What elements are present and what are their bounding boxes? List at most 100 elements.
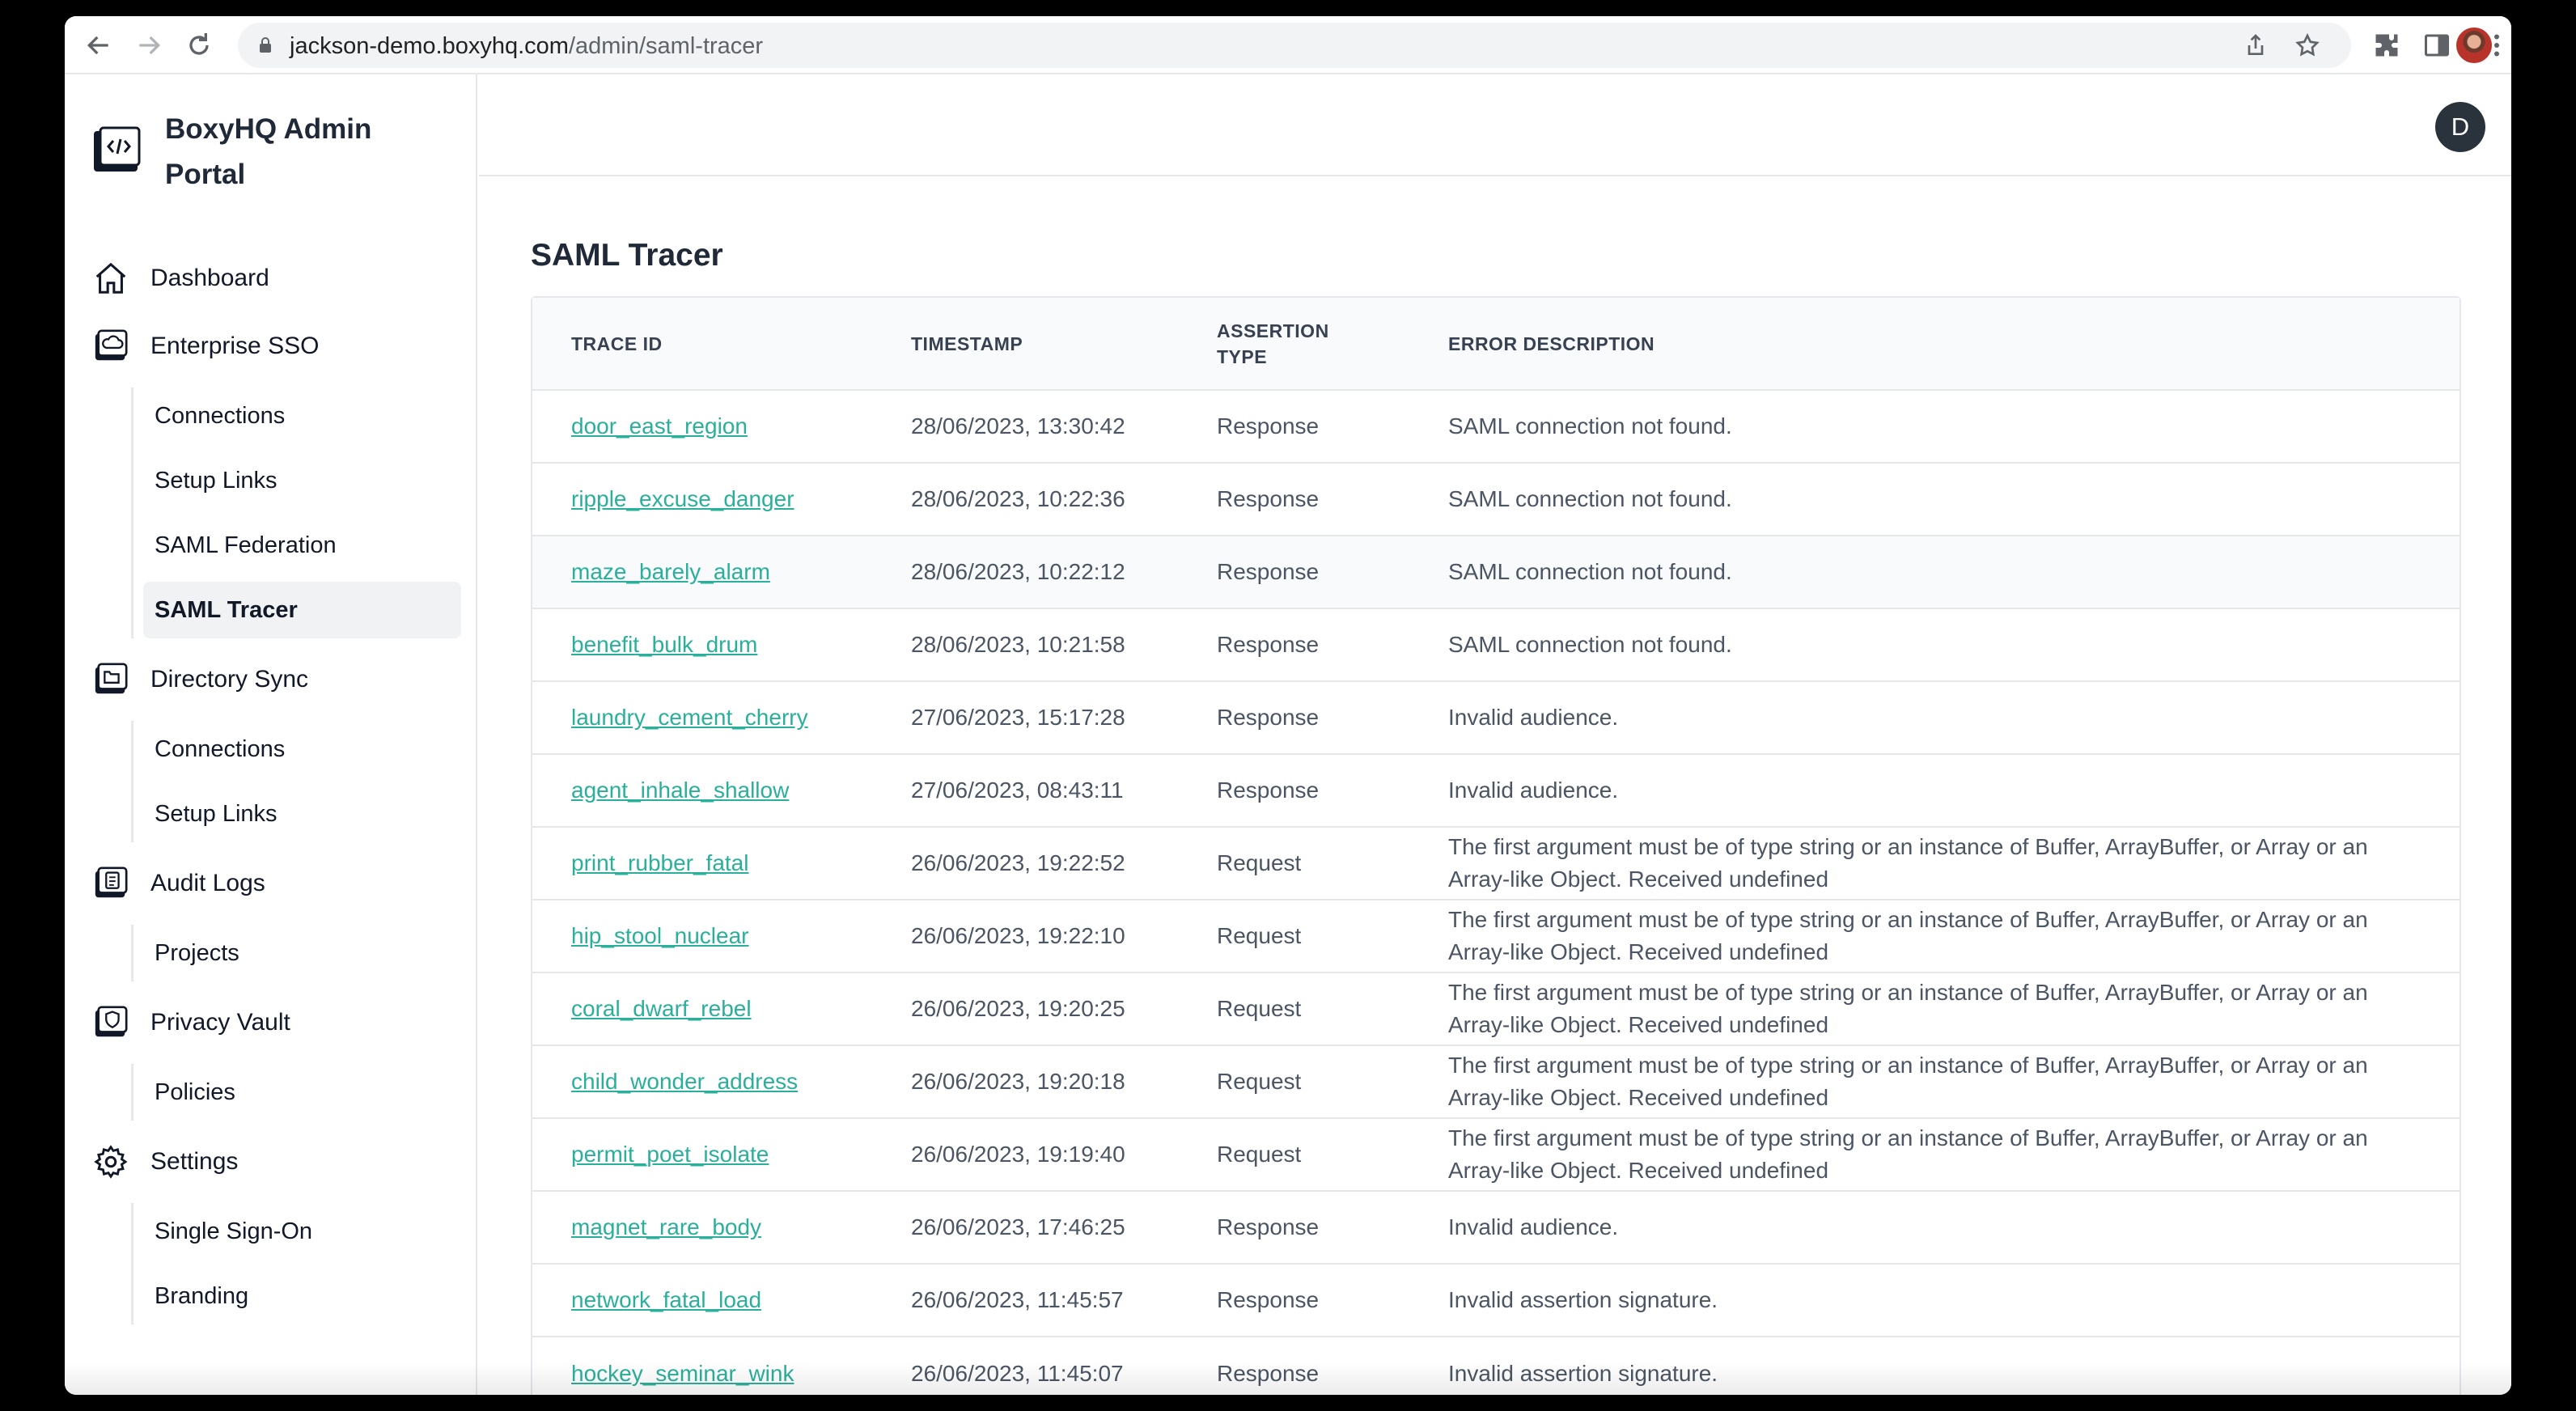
assertion-type-cell: Request <box>1217 923 1302 948</box>
column-header-timestamp: TIMESTAMP <box>911 333 1023 354</box>
error-description-cell: The first argument must be of type strin… <box>1448 907 2368 964</box>
trace-id-link[interactable]: child_wonder_address <box>571 1069 798 1094</box>
sidebar-item-audit-logs[interactable]: Audit Logs <box>89 857 461 910</box>
error-description-cell: Invalid audience. <box>1448 1214 1619 1239</box>
reload-icon[interactable] <box>183 29 215 61</box>
column-header-error-description: ERROR DESCRIPTION <box>1448 333 1655 354</box>
forward-arrow-icon[interactable] <box>133 29 165 61</box>
table-row: hip_stool_nuclear 26/06/2023, 19:22:10 Req… <box>532 900 2459 972</box>
lock-icon[interactable] <box>256 36 275 55</box>
folder-icon <box>95 663 128 694</box>
trace-id-cell: magnet_rare_body <box>532 1191 872 1264</box>
extensions-icon[interactable] <box>2372 31 2401 60</box>
timestamp-cell: 26/06/2023, 19:20:18 <box>911 1069 1125 1094</box>
privacy-vault-subnav: Policies <box>131 1064 461 1121</box>
sidebar-item-dashboard[interactable]: Dashboard <box>89 252 461 305</box>
error-description-cell: Invalid audience. <box>1448 778 1619 803</box>
trace-id-link[interactable]: hockey_seminar_wink <box>571 1361 794 1386</box>
table-row: hockey_seminar_wink 26/06/2023, 11:45:07 R… <box>532 1337 2459 1395</box>
table-row: benefit_bulk_drum 28/06/2023, 10:21:58 Res… <box>532 608 2459 681</box>
sidebar-item-saml-federation[interactable]: SAML Federation <box>143 517 461 574</box>
trace-id-cell: ripple_excuse_danger <box>532 463 872 536</box>
star-icon[interactable] <box>2294 32 2320 58</box>
trace-id-link[interactable]: door_east_region <box>571 413 748 439</box>
cloud-icon <box>95 329 128 361</box>
assertion-type-cell: Response <box>1217 413 1320 439</box>
sidebar-item-label: Settings <box>150 1148 239 1175</box>
timestamp-cell: 28/06/2023, 13:30:42 <box>911 413 1125 439</box>
trace-id-link[interactable]: magnet_rare_body <box>571 1214 761 1239</box>
assertion-type-cell: Response <box>1217 1287 1320 1312</box>
side-panel-icon[interactable] <box>2422 31 2451 60</box>
trace-id-cell: network_fatal_load <box>532 1264 872 1337</box>
share-icon[interactable] <box>2243 32 2269 58</box>
trace-id-cell: coral_dwarf_rebel <box>532 972 872 1045</box>
assertion-type-cell: Response <box>1217 1214 1320 1239</box>
sidebar-item-label: Audit Logs <box>150 870 265 896</box>
error-description-cell: Invalid assertion signature. <box>1448 1287 1718 1312</box>
sidebar-item-settings[interactable]: Settings <box>89 1135 461 1189</box>
trace-id-cell: agent_inhale_shallow <box>532 754 872 827</box>
brand-title: BoxyHQ Admin Portal <box>165 113 372 190</box>
trace-id-cell: child_wonder_address <box>532 1045 872 1118</box>
table-row: coral_dwarf_rebel 26/06/2023, 19:20:25 Req… <box>532 972 2459 1045</box>
sidebar-item-directory-sync[interactable]: Directory Sync <box>89 653 461 706</box>
table-row: magnet_rare_body 26/06/2023, 17:46:25 Resp… <box>532 1191 2459 1264</box>
trace-id-link[interactable]: agent_inhale_shallow <box>571 778 789 803</box>
trace-id-link[interactable]: network_fatal_load <box>571 1287 761 1312</box>
brand[interactable]: BoxyHQ Admin Portal <box>89 107 408 197</box>
table-row: print_rubber_fatal 26/06/2023, 19:22:52 Re… <box>532 827 2459 900</box>
trace-id-link[interactable]: coral_dwarf_rebel <box>571 996 752 1021</box>
enterprise-sso-subnav: Connections Setup Links SAML Federation … <box>131 388 461 638</box>
timestamp-cell: 27/06/2023, 15:17:28 <box>911 705 1125 730</box>
trace-id-link[interactable]: maze_barely_alarm <box>571 559 770 584</box>
timestamp-cell: 26/06/2023, 19:22:52 <box>911 850 1125 875</box>
sidebar-item-branding[interactable]: Branding <box>143 1268 461 1324</box>
trace-id-link[interactable]: ripple_excuse_danger <box>571 486 794 511</box>
error-description-cell: Invalid audience. <box>1448 705 1619 730</box>
trace-table: TRACE ID TIMESTAMP ASSERTION TYPE ERROR … <box>531 296 2461 1395</box>
column-header-trace-id: TRACE ID <box>571 333 663 354</box>
sidebar-item-dsync-setup-links[interactable]: Setup Links <box>143 786 461 842</box>
sidebar-item-policies[interactable]: Policies <box>143 1064 461 1121</box>
sidebar-item-dsync-connections[interactable]: Connections <box>143 721 461 778</box>
sidebar-item-sso-connections[interactable]: Connections <box>143 388 461 444</box>
user-avatar[interactable]: D <box>2435 102 2485 152</box>
trace-id-cell: hockey_seminar_wink <box>532 1337 872 1395</box>
error-description-cell: SAML connection not found. <box>1448 559 1732 584</box>
browser-window: jackson-demo.boxyhq.com/admin/saml-trace… <box>65 16 2511 1395</box>
menu-dots-icon[interactable] <box>2485 31 2508 60</box>
table-header-row: TRACE ID TIMESTAMP ASSERTION TYPE ERROR … <box>532 298 2459 390</box>
timestamp-cell: 28/06/2023, 10:22:12 <box>911 559 1125 584</box>
trace-id-link[interactable]: laundry_cement_cherry <box>571 705 808 730</box>
error-description-cell: The first argument must be of type strin… <box>1448 1125 2368 1183</box>
sidebar-item-single-sign-on[interactable]: Single Sign-On <box>143 1203 461 1260</box>
sidebar-item-saml-tracer[interactable]: SAML Tracer <box>143 582 461 638</box>
timestamp-cell: 28/06/2023, 10:22:36 <box>911 486 1125 511</box>
sidebar-item-privacy-vault[interactable]: Privacy Vault <box>89 996 461 1049</box>
clipboard-icon <box>95 867 128 898</box>
timestamp-cell: 26/06/2023, 19:19:40 <box>911 1142 1125 1167</box>
assertion-type-cell: Response <box>1217 705 1320 730</box>
error-description-cell: SAML connection not found. <box>1448 632 1732 657</box>
sidebar-item-label: Directory Sync <box>150 666 309 693</box>
trace-id-cell: benefit_bulk_drum <box>532 608 872 681</box>
table-row: agent_inhale_shallow 27/06/2023, 08:43:11… <box>532 754 2459 827</box>
trace-id-link[interactable]: benefit_bulk_drum <box>571 632 757 657</box>
main-content: SAML Tracer TRACE ID TIMESTAMP ASSERTION… <box>479 178 2511 1395</box>
error-description-cell: Invalid assertion signature. <box>1448 1360 1718 1386</box>
column-header-assertion-type: ASSERTION TYPE <box>1217 320 1329 367</box>
url-text[interactable]: jackson-demo.boxyhq.com/admin/saml-trace… <box>290 33 763 60</box>
address-bar[interactable]: jackson-demo.boxyhq.com/admin/saml-trace… <box>238 23 2351 68</box>
error-description-cell: The first argument must be of type strin… <box>1448 834 2368 892</box>
trace-id-link[interactable]: hip_stool_nuclear <box>571 923 749 948</box>
trace-id-link[interactable]: permit_poet_isolate <box>571 1142 769 1167</box>
timestamp-cell: 26/06/2023, 11:45:07 <box>911 1360 1124 1386</box>
table-row: child_wonder_address 26/06/2023, 19:20:18… <box>532 1045 2459 1118</box>
sidebar-item-sso-setup-links[interactable]: Setup Links <box>143 452 461 509</box>
assertion-type-cell: Response <box>1217 778 1320 803</box>
trace-id-link[interactable]: print_rubber_fatal <box>571 850 748 875</box>
sidebar-item-enterprise-sso[interactable]: Enterprise SSO <box>89 320 461 373</box>
sidebar-item-projects[interactable]: Projects <box>143 925 461 981</box>
back-arrow-icon[interactable] <box>83 29 115 61</box>
